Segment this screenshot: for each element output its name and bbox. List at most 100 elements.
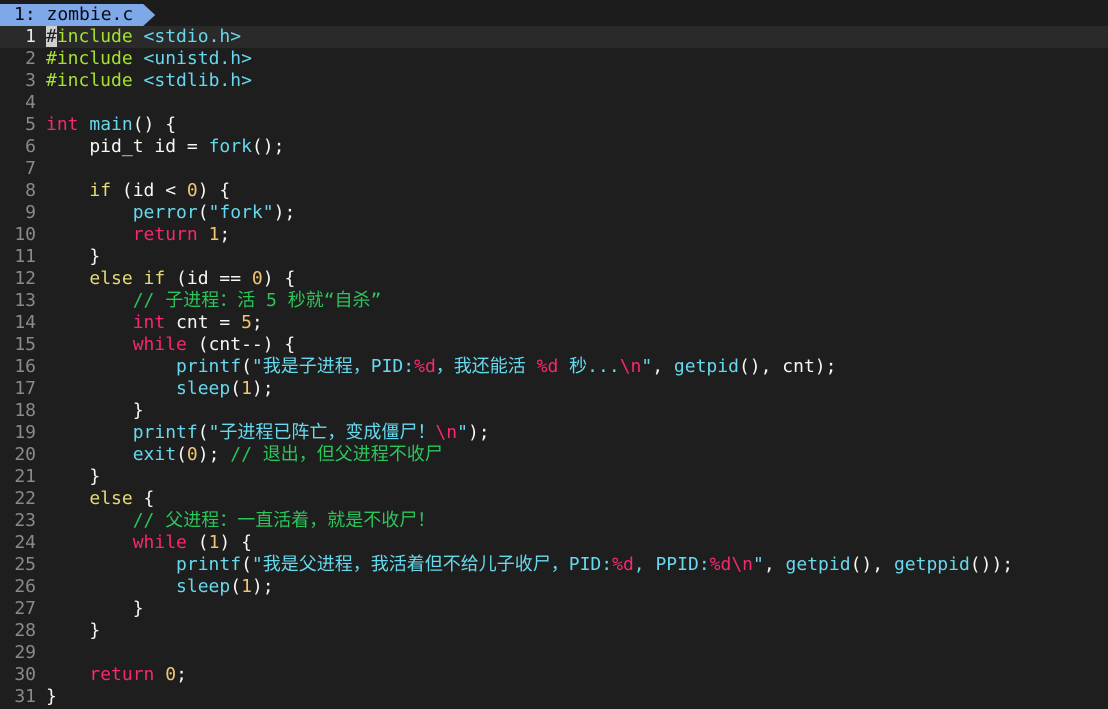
code-line[interactable]: 12 else if (id == 0) { <box>0 268 1108 290</box>
code-content: else { <box>46 488 154 509</box>
line-number: 13 <box>14 290 36 311</box>
tab-zombie-c[interactable]: 1: zombie.c <box>0 4 155 26</box>
keyword: int <box>46 114 79 135</box>
line-number: 10 <box>14 224 36 245</box>
header-name: <stdio.h> <box>143 26 242 47</box>
code-text: ( <box>176 444 187 465</box>
code-line[interactable]: 8 if (id < 0) { <box>0 180 1108 202</box>
code-line[interactable]: 27 } <box>0 598 1108 620</box>
function-name: perror <box>132 202 198 223</box>
code-line[interactable]: 17 sleep(1); <box>0 378 1108 400</box>
code-line[interactable]: 13 // 子进程：活 5 秒就“自杀” <box>0 290 1108 312</box>
line-number: 30 <box>14 664 36 685</box>
code-line[interactable]: 18 } <box>0 400 1108 422</box>
code-line[interactable]: 19 printf("子进程已阵亡，变成僵尸！\n"); <box>0 422 1108 444</box>
code-line[interactable]: 20 exit(0); // 退出，但父进程不收尸 <box>0 444 1108 466</box>
code-text: } <box>46 686 57 707</box>
comment: // 退出，但父进程不收尸 <box>230 444 443 465</box>
code-line[interactable]: 7 <box>0 158 1108 180</box>
comment: // 子进程：活 5 秒就“自杀” <box>132 290 382 311</box>
code-line[interactable]: 29 <box>0 642 1108 664</box>
code-content: sleep(1); <box>46 576 274 597</box>
line-number: 2 <box>25 48 36 69</box>
string-literal: "子进程已阵亡，变成僵尸！ <box>208 422 436 443</box>
code-text: } <box>46 620 101 641</box>
code-line[interactable]: 22 else { <box>0 488 1108 510</box>
code-line[interactable]: 31} <box>0 686 1108 708</box>
code-content: // 子进程：活 5 秒就“自杀” <box>46 290 382 311</box>
code-line[interactable]: 4 <box>0 92 1108 114</box>
code-content: } <box>46 620 100 641</box>
code-line[interactable]: 15 while (cnt--) { <box>0 334 1108 356</box>
code-content: pid_t id = fork(); <box>46 136 284 157</box>
code-line[interactable]: 5 int main() { <box>0 114 1108 136</box>
format-specifier: %d <box>612 554 634 575</box>
keyword: else if <box>89 268 166 289</box>
string-literal: 秒... <box>558 356 620 377</box>
code-content: } <box>46 246 100 267</box>
code-text: } <box>46 466 101 487</box>
line-number: 31 <box>14 686 36 707</box>
code-line[interactable]: 24 while (1) { <box>0 532 1108 554</box>
number-literal: 1 <box>208 532 220 553</box>
code-text: ) { <box>219 532 252 553</box>
code-line[interactable]: 9 perror("fork"); <box>0 202 1108 224</box>
code-line[interactable]: 23 // 父进程：一直活着，就是不收尸！ <box>0 510 1108 532</box>
code-text: ) { <box>262 268 296 289</box>
string-literal: " <box>457 422 468 443</box>
comment: // 父进程：一直活着，就是不收尸！ <box>132 510 436 531</box>
line-number: 16 <box>14 356 36 377</box>
code-line[interactable]: 16 printf("我是子进程，PID:%d，我还能活 %d 秒...\n",… <box>0 356 1108 378</box>
string-literal: "fork" <box>208 202 274 223</box>
code-text: ); <box>197 444 231 465</box>
code-line[interactable]: 30 return 0; <box>0 664 1108 686</box>
line-number: 27 <box>14 598 36 619</box>
code-content: printf("我是子进程，PID:%d，我还能活 %d 秒...\n", ge… <box>46 356 836 377</box>
code-content: if (id < 0) { <box>46 180 230 201</box>
code-line[interactable]: 25 printf("我是父进程，我活着但不给儿子收尸，PID:%d, PPID… <box>0 554 1108 576</box>
code-content: // 父进程：一直活着，就是不收尸！ <box>46 510 436 531</box>
code-line[interactable]: 28 } <box>0 620 1108 642</box>
header-name: <unistd.h> <box>143 48 252 69</box>
line-number: 17 <box>14 378 36 399</box>
format-specifier: %d <box>536 356 559 377</box>
code-line[interactable]: 6 pid_t id = fork(); <box>0 136 1108 158</box>
code-text: (id == <box>165 268 252 289</box>
code-text: ); <box>251 378 274 399</box>
code-line[interactable]: 11 } <box>0 246 1108 268</box>
line-number: 19 <box>14 422 36 443</box>
code-line[interactable]: 1 #include <stdio.h> <box>0 26 1108 48</box>
tab-bar: 1: zombie.c <box>0 0 1108 26</box>
code-line[interactable]: 10 return 1; <box>0 224 1108 246</box>
code-content: sleep(1); <box>46 378 274 399</box>
line-number: 23 <box>14 510 36 531</box>
number-literal: 1 <box>241 378 252 399</box>
code-text: ); <box>251 576 274 597</box>
code-text: ; <box>219 224 231 245</box>
code-line[interactable]: 3 #include <stdlib.h> <box>0 70 1108 92</box>
string-literal: "我是子进程，PID: <box>251 356 415 377</box>
code-text: pid_t id = <box>46 136 209 157</box>
code-line[interactable]: 2 #include <unistd.h> <box>0 48 1108 70</box>
function-name: printf <box>176 356 242 377</box>
code-line[interactable]: 26 sleep(1); <box>0 576 1108 598</box>
code-line[interactable]: 14 int cnt = 5; <box>0 312 1108 334</box>
code-content: #include <stdio.h> <box>46 26 241 47</box>
keyword: int <box>132 312 166 333</box>
line-number: 25 <box>14 554 36 575</box>
code-text: } <box>46 598 144 619</box>
code-line[interactable]: 21 } <box>0 466 1108 488</box>
code-content: int cnt = 5; <box>46 312 263 333</box>
code-editor[interactable]: 1 #include <stdio.h> 2 #include <unistd.h> 3… <box>0 26 1108 709</box>
code-content: } <box>46 598 144 619</box>
code-content: int main() { <box>46 114 176 135</box>
